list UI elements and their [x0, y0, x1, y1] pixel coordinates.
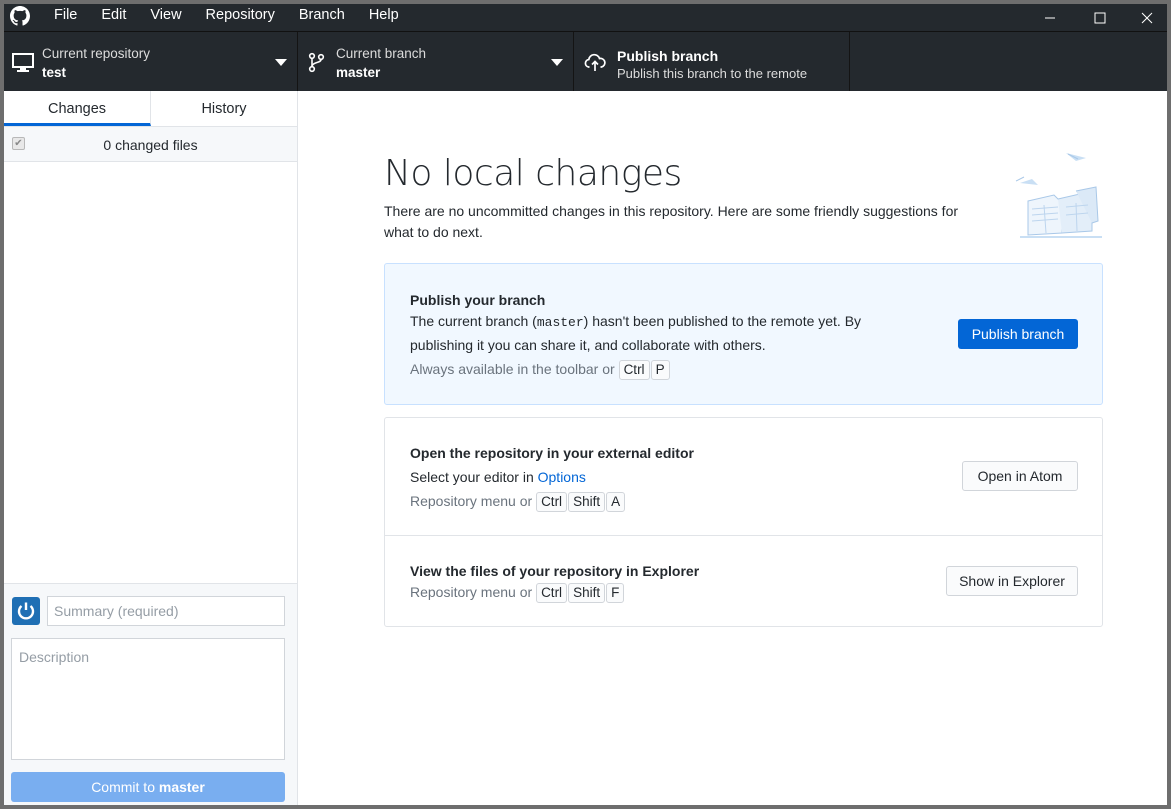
maximize-button[interactable]: [1077, 4, 1123, 31]
changed-files-count: 0 changed files: [103, 137, 198, 153]
shortcut-key: Shift: [568, 492, 606, 512]
description-input[interactable]: Description: [11, 638, 285, 760]
tab-changes[interactable]: Changes: [4, 91, 151, 126]
close-button[interactable]: [1124, 4, 1167, 31]
sidebar: Changes History ✔ 0 changed files Summar…: [4, 91, 298, 805]
menu-repository[interactable]: Repository: [194, 4, 287, 31]
page-subtitle: There are no uncommitted changes in this…: [384, 203, 959, 240]
paper-stack-illustration-icon: [1015, 153, 1102, 238]
computer-icon: [12, 53, 34, 72]
menu-help[interactable]: Help: [357, 4, 411, 31]
chevron-down-icon: [551, 59, 563, 66]
branch-dropdown[interactable]: Current branch master: [298, 32, 574, 91]
main-content: No local changes There are no uncommitte…: [299, 91, 1167, 805]
explorer-hint-text: Repository menu or: [410, 584, 533, 600]
close-icon: [1141, 12, 1153, 23]
shortcut-key: Ctrl: [536, 492, 568, 512]
editor-hint-text: Repository menu or: [410, 493, 533, 509]
cloud-upload-icon: [584, 53, 606, 71]
page-title: No local changes: [384, 153, 682, 194]
publish-branch-card: Publish your branch The current branch (…: [384, 263, 1103, 405]
branch-label: Current branch: [336, 46, 427, 61]
minimize-icon: [1045, 17, 1055, 18]
publish-card-text-before: The current branch (: [410, 313, 537, 329]
options-link[interactable]: Options: [538, 469, 586, 485]
summary-input[interactable]: Summary (required): [47, 596, 285, 626]
publish-branch-button[interactable]: Publish branch: [958, 319, 1078, 349]
github-logo-icon: [10, 6, 30, 26]
shortcut-key: Ctrl: [536, 583, 568, 603]
commit-button[interactable]: Commit to master: [11, 772, 285, 802]
maximize-icon: [1094, 12, 1106, 23]
publish-hint-text: Always available in the toolbar or: [410, 361, 615, 377]
publish-branch-subtitle: Publish this branch to the remote: [617, 66, 808, 81]
open-in-atom-button[interactable]: Open in Atom: [962, 461, 1078, 491]
suggestions-card: Open the repository in your external edi…: [384, 417, 1103, 627]
commit-button-label: Commit to: [91, 779, 159, 795]
commit-area: Summary (required) Description Commit to…: [4, 583, 297, 805]
minimize-button[interactable]: [1027, 4, 1073, 31]
explorer-card-hint: Repository menu or Ctrl Shift F: [410, 583, 625, 603]
repository-name: test: [42, 65, 67, 80]
shortcut-key: Shift: [568, 583, 606, 603]
sidebar-tabs: Changes History: [4, 91, 297, 127]
chevron-down-icon: [275, 59, 287, 66]
publish-card-text: The current branch (master) hasn't been …: [410, 310, 900, 356]
menu-edit[interactable]: Edit: [89, 4, 138, 31]
menu-branch[interactable]: Branch: [287, 4, 357, 31]
repository-label: Current repository: [42, 46, 151, 61]
explorer-card-title: View the files of your repository in Exp…: [410, 563, 700, 579]
title-bar: File Edit View Repository Branch Help: [4, 0, 1167, 31]
power-icon: [17, 602, 35, 620]
shortcut-key: F: [606, 583, 625, 603]
publish-branch-title: Publish branch: [617, 48, 719, 64]
menu-file[interactable]: File: [42, 4, 89, 31]
publish-card-title: Publish your branch: [410, 292, 546, 308]
editor-card-title: Open the repository in your external edi…: [410, 445, 694, 461]
publish-card-branch: master: [536, 315, 584, 330]
shortcut-key: A: [606, 492, 626, 512]
commit-branch: master: [158, 779, 205, 795]
menu-bar: File Edit View Repository Branch Help: [42, 4, 411, 31]
repository-dropdown[interactable]: Current repository test: [4, 32, 298, 91]
show-in-explorer-button[interactable]: Show in Explorer: [946, 566, 1078, 596]
publish-branch-toolbar-button[interactable]: Publish branch Publish this branch to th…: [574, 32, 850, 91]
shortcut-key: P: [650, 360, 670, 380]
avatar: [12, 597, 40, 625]
editor-card-text-label: Select your editor in: [410, 469, 538, 485]
publish-card-hint: Always available in the toolbar or Ctrl P: [410, 360, 671, 380]
editor-card-text: Select your editor in Options: [410, 466, 586, 488]
tab-history[interactable]: History: [151, 91, 297, 126]
menu-view[interactable]: View: [138, 4, 193, 31]
git-branch-icon: [308, 52, 325, 73]
divider: [385, 535, 1102, 536]
shortcut-key: Ctrl: [618, 360, 650, 380]
toolbar: Current repository test Current branch m…: [4, 31, 1167, 91]
editor-card-hint: Repository menu or Ctrl Shift A: [410, 492, 626, 512]
changes-header: ✔ 0 changed files: [4, 127, 297, 162]
app-window: File Edit View Repository Branch Help Cu…: [0, 0, 1171, 809]
branch-name: master: [336, 65, 381, 80]
